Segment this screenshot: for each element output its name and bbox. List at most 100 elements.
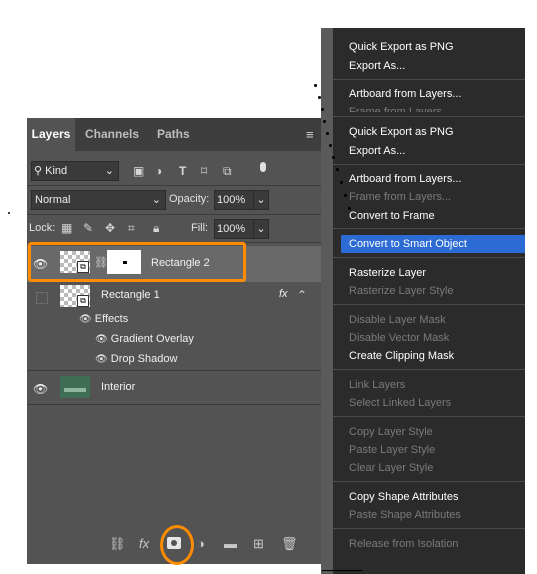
menu-item-rasterize-layer[interactable]: Rasterize Layer [349,266,426,280]
menu-separator [333,116,525,117]
layer-name[interactable]: Rectangle 1 [101,289,160,301]
opacity-label: Opacity: [169,193,210,205]
menu-item-artboard-from-layers[interactable]: Artboard from Layers... [349,87,462,101]
menu-separator [333,164,525,165]
filter-toggle-icon[interactable] [260,162,266,172]
menu-item-paste-layer-style: Paste Layer Style [349,444,436,456]
menu-separator [333,228,525,229]
smart-object-badge-icon: ⧉ [77,295,89,307]
link-layers-icon[interactable]: ⛓ [109,536,126,552]
annotation-line [322,570,362,571]
menu-item-link-layers: Link Layers [349,379,406,391]
filter-kind-dropdown[interactable]: ⚲ Kind ⌄ [31,161,119,181]
fill-chevron-icon[interactable]: ⌄ [253,219,269,239]
menu-item-paste-shape-attributes: Paste Shape Attributes [349,509,461,521]
fill-label: Fill: [191,222,209,234]
menu-separator [333,369,525,370]
filter-kind-label: Kind [45,165,68,177]
annotation-dot [314,84,317,87]
orange-highlight-box [28,242,246,282]
effect-label: Drop Shadow [110,353,178,365]
menu-separator [333,304,525,305]
lock-position-icon[interactable]: ✥ [105,221,115,235]
menu-item-disable-vector-mask: Disable Vector Mask [349,332,450,344]
layer-thumbnail [60,376,90,398]
chevron-down-icon: ⌄ [104,165,114,177]
effect-gradient-overlay-row[interactable]: 👁︎ Gradient Overlay [95,333,194,345]
panel-menu-icon[interactable]: ≡ [306,128,314,142]
filter-smart-object-icon[interactable]: ⧉ [223,164,232,178]
effect-drop-shadow-row[interactable]: 👁︎ Drop Shadow [95,353,177,365]
menu-item-copy-layer-style: Copy Layer Style [349,426,433,438]
annotation-dot [323,120,326,123]
annotation-dot [340,181,343,184]
menu-item-quick-export-png[interactable]: Quick Export as PNG [349,40,454,54]
filter-type-icon[interactable]: T [179,164,186,178]
annotation-dot [329,144,332,147]
opacity-chevron-icon[interactable]: ⌄ [253,190,269,210]
blend-mode-value: Normal [35,194,71,206]
filter-adjustment-icon[interactable]: ◑ [155,164,162,178]
menu-item-convert-to-smart-object[interactable]: Convert to Smart Object [349,237,467,251]
menu-item-rasterize-layer-style: Rasterize Layer Style [349,285,454,297]
menu-item-disable-layer-mask: Disable Layer Mask [349,314,446,326]
tab-layers[interactable]: Layers [27,118,75,151]
tab-channels[interactable]: Channels [85,118,139,151]
effect-eye-icon[interactable]: 👁︎ [79,314,92,325]
lock-transparent-icon[interactable]: ▦ [61,221,72,235]
visibility-eye-icon[interactable]: 👁︎ [33,382,48,396]
menu-item-clear-layer-style: Clear Layer Style [349,462,434,474]
new-layer-icon[interactable]: ⊞ [253,536,264,552]
effect-label: Gradient Overlay [110,333,194,345]
menu-separator [333,79,525,80]
tab-paths[interactable]: Paths [157,118,190,151]
context-menu: Quick Export as PNG Export As... Artboar… [333,28,525,574]
delete-layer-icon[interactable]: 🗑︎ [281,536,298,552]
layers-panel: Layers Channels Paths ≡ ⚲ Kind ⌄ ▣ ◑ T ⌑… [27,118,321,565]
menu-item-artboard-from-layers[interactable]: Artboard from Layers... [349,172,462,186]
adjustment-layer-icon[interactable]: ◑ [197,536,205,552]
annotation-dot [332,156,335,159]
fx-label[interactable]: fx [279,288,288,300]
menu-item-quick-export-png[interactable]: Quick Export as PNG [349,125,454,139]
new-group-icon[interactable]: ▬ [224,536,237,552]
menu-separator [333,416,525,417]
fill-input[interactable]: 100% [214,219,254,239]
menu-item-convert-to-frame[interactable]: Convert to Frame [349,209,435,223]
menu-item-export-as[interactable]: Export As... [349,59,405,73]
chevron-down-icon: ⌄ [151,194,161,206]
menu-item-select-linked-layers: Select Linked Layers [349,397,452,409]
menu-separator [333,257,525,258]
lock-brush-icon[interactable]: ✎ [83,221,93,235]
lock-artboard-icon[interactable]: ⌗ [128,221,135,235]
layer-name[interactable]: Interior [101,381,135,393]
effects-row[interactable]: 👁︎ Effects [79,313,128,325]
opacity-input[interactable]: 100% [214,190,254,210]
menu-separator [333,481,525,482]
menu-item-export-as[interactable]: Export As... [349,144,405,158]
filter-pixel-icon[interactable]: ▣ [133,164,144,178]
lock-label: Lock: [29,222,56,234]
annotation-dot [344,194,347,197]
blend-mode-dropdown[interactable]: Normal ⌄ [31,190,166,210]
menu-item-copy-shape-attributes[interactable]: Copy Shape Attributes [349,490,458,504]
annotation-dot [336,168,339,171]
annotation-dot [348,207,351,210]
menu-separator [333,528,525,529]
menu-item-release-from-isolation: Release from Isolation [349,538,459,550]
thumbnail-detail [64,388,86,392]
menu-item-create-clipping-mask[interactable]: Create Clipping Mask [349,349,454,363]
annotation-dot [321,108,324,111]
divider [27,185,321,186]
divider [27,214,321,215]
add-layer-style-icon[interactable]: fx [139,536,149,552]
effect-eye-icon[interactable]: 👁︎ [95,334,108,345]
annotation-dot [326,132,329,135]
filter-shape-icon[interactable]: ⌑ [201,164,207,178]
visibility-toggle-empty[interactable] [36,292,48,304]
chevron-up-icon[interactable]: ⌃ [297,288,307,302]
orange-circle-annotation [160,525,194,565]
lock-all-icon[interactable]: 🔒︎ [153,221,159,235]
menu-item-frame-from-layers: Frame from Layers... [349,191,452,203]
effect-eye-icon[interactable]: 👁︎ [95,354,108,365]
